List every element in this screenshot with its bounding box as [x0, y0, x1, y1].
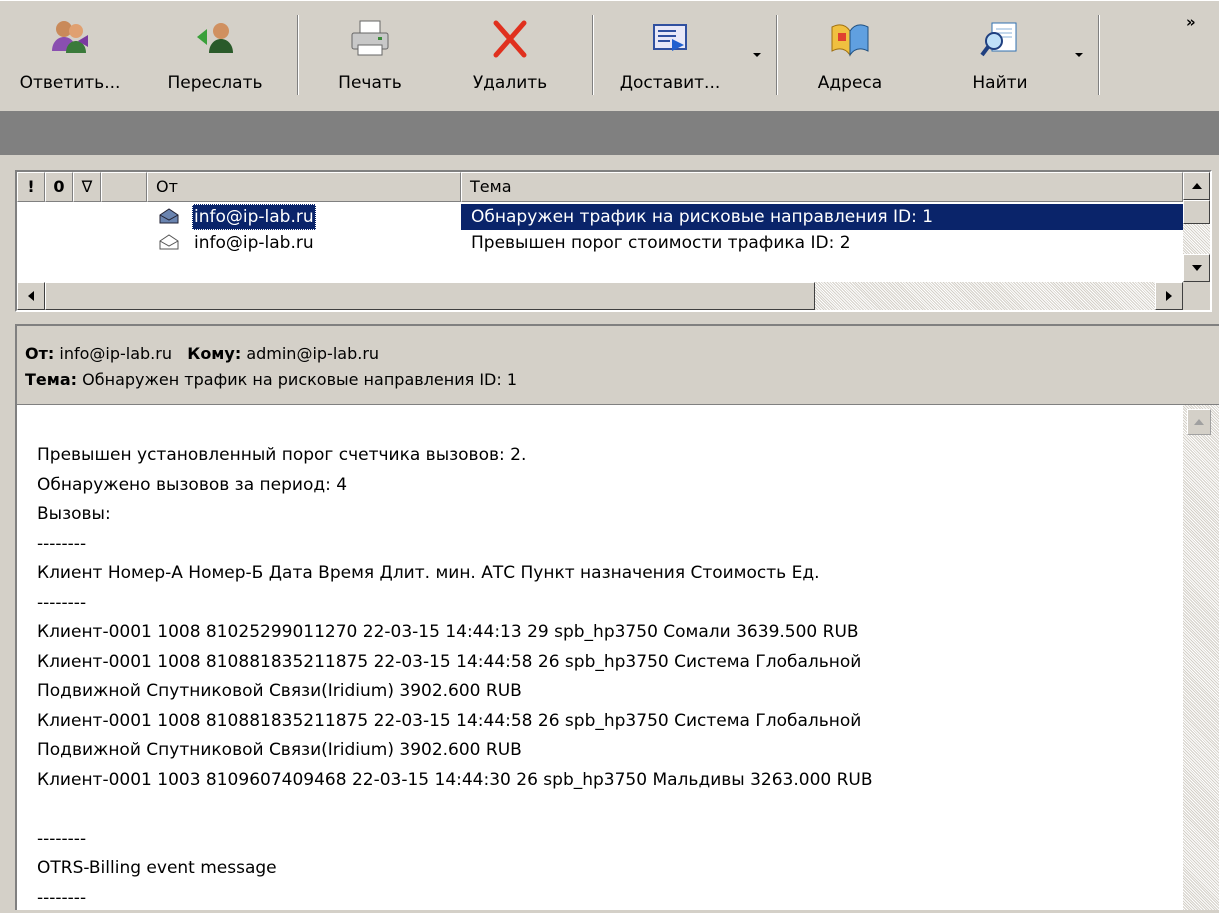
preview-from-to-line: От: info@ip-lab.ru Кому: admin@ip-lab.ru	[25, 344, 379, 363]
send-receive-icon	[653, 24, 687, 51]
toolbar-overflow-button[interactable]: »	[1186, 13, 1196, 31]
forward-button[interactable]: Переслать	[155, 9, 275, 99]
from-label: От:	[25, 344, 55, 363]
scroll-down-button[interactable]	[1183, 254, 1210, 282]
addresses-button[interactable]: Адреса	[795, 9, 905, 99]
preview-vertical-scrollbar[interactable]	[1183, 405, 1219, 910]
message-list: ! 0 ∇ От Тема info@ip-lab.ru Обнаружен т…	[15, 170, 1212, 312]
column-flag[interactable]: ∇	[73, 172, 101, 202]
reply-icon	[52, 21, 88, 53]
find-magnifier-icon	[980, 22, 1017, 57]
to-address: admin@ip-lab.ru	[246, 344, 380, 363]
find-dropdown-arrow[interactable]	[1075, 53, 1083, 57]
message-body[interactable]: Превышен установленный порог счетчика вы…	[17, 405, 1183, 910]
reply-button[interactable]: Ответить...	[0, 9, 140, 99]
deliver-dropdown-arrow[interactable]	[753, 53, 761, 57]
preview-subject-line: Тема: Обнаружен трафик на рисковые напра…	[25, 370, 517, 389]
column-subject[interactable]: Тема	[461, 172, 1183, 202]
subject-text: Обнаружен трафик на рисковые направления…	[82, 370, 518, 389]
address-book-icon	[831, 24, 869, 57]
message-from: info@ip-lab.ru	[194, 233, 314, 253]
forward-icon	[197, 23, 233, 53]
horizontal-scroll-thumb[interactable]	[45, 282, 815, 310]
scroll-left-button[interactable]	[17, 282, 45, 310]
message-body-text: Превышен установленный порог счетчика вы…	[37, 445, 873, 908]
to-label: Кому:	[187, 344, 242, 363]
scroll-right-button[interactable]	[1155, 282, 1183, 310]
read-envelope-icon	[159, 208, 179, 224]
message-from: info@ip-lab.ru	[192, 204, 316, 230]
message-subject: Обнаружен трафик на рисковые направления…	[461, 204, 1183, 230]
subject-label: Тема:	[25, 370, 78, 389]
toolbar-separator	[776, 15, 778, 95]
message-list-header: ! 0 ∇ От Тема	[17, 172, 1183, 202]
find-button[interactable]: Найти	[945, 9, 1055, 99]
scrollbar-corner	[1183, 282, 1210, 310]
toolbar-separator	[297, 15, 299, 95]
list-horizontal-scrollbar[interactable]	[17, 282, 1183, 310]
message-row[interactable]: info@ip-lab.ru Обнаружен трафик на риско…	[17, 204, 1183, 230]
delete-x-icon	[493, 20, 527, 58]
toolbar-separator	[1098, 15, 1100, 95]
column-from[interactable]: От	[147, 172, 461, 202]
list-vertical-scrollbar[interactable]	[1183, 172, 1210, 282]
preview-scroll-up-button[interactable]	[1187, 409, 1211, 435]
toolbar-separator	[592, 15, 594, 95]
scroll-up-button[interactable]	[1183, 172, 1210, 200]
from-address: info@ip-lab.ru	[59, 344, 172, 363]
column-attachment[interactable]: 0	[45, 172, 73, 202]
print-button[interactable]: Печать	[315, 9, 425, 99]
message-row[interactable]: info@ip-lab.ru Превышен порог стоимости …	[17, 230, 1183, 256]
column-priority[interactable]: !	[17, 172, 45, 202]
toolbar: Ответить... Переслать Печать Удалить Дос…	[0, 0, 1219, 109]
printer-icon	[351, 20, 389, 56]
message-subject: Превышен порог стоимости трафика ID: 2	[471, 233, 851, 253]
preview-header: От: info@ip-lab.ru Кому: admin@ip-lab.ru…	[17, 326, 1219, 405]
folder-banner	[0, 111, 1219, 155]
column-blank[interactable]	[101, 172, 147, 202]
scroll-thumb[interactable]	[1183, 200, 1210, 224]
delete-button[interactable]: Удалить	[455, 9, 565, 99]
preview-pane: От: info@ip-lab.ru Кому: admin@ip-lab.ru…	[15, 324, 1219, 910]
deliver-button[interactable]: Доставит...	[605, 9, 735, 99]
read-envelope-icon	[159, 234, 179, 250]
